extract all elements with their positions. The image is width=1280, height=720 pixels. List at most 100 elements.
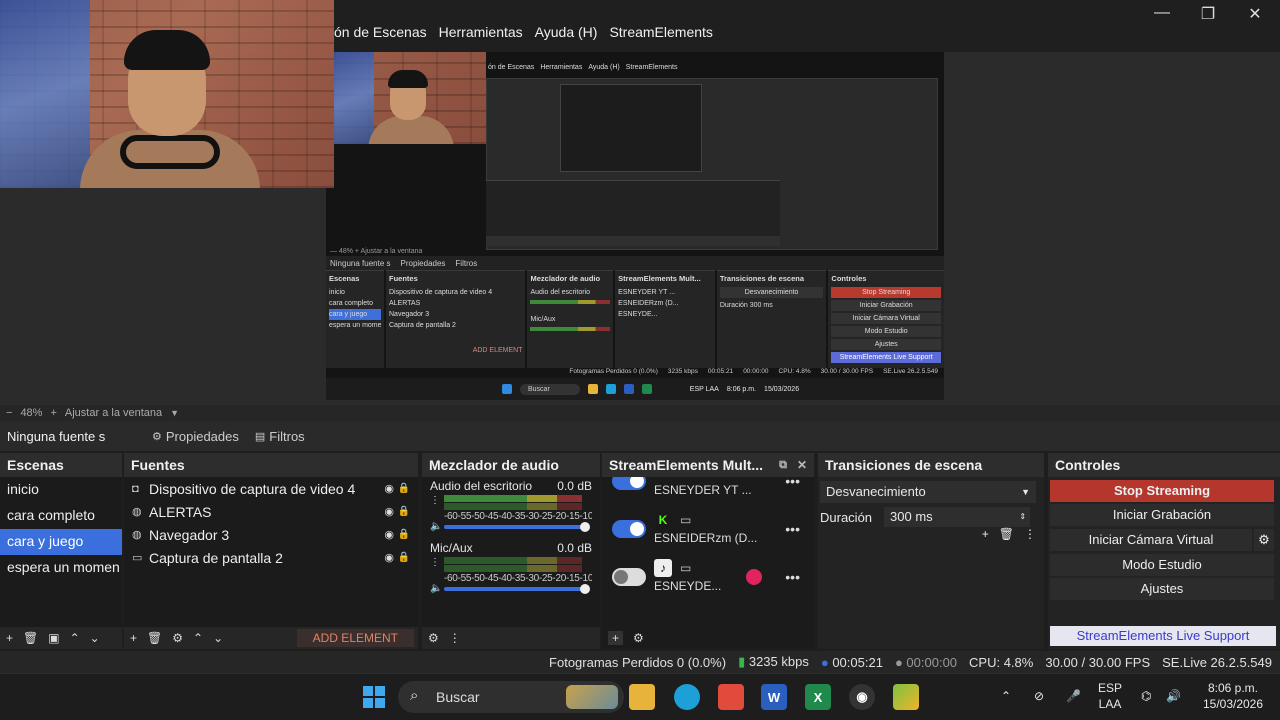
- move-down-icon[interactable]: ⌄: [213, 631, 223, 645]
- add-transition-icon[interactable]: +: [982, 527, 989, 541]
- fit-to-window-dropdown[interactable]: Ajustar a la ventana: [65, 407, 162, 419]
- source-item[interactable]: ◍ ALERTAS ◉ 🔒: [124, 500, 418, 523]
- warning-icon[interactable]: [746, 569, 762, 585]
- transition-select[interactable]: Desvanecimiento ▼: [820, 481, 1036, 503]
- minimize-button[interactable]: —: [1139, 4, 1185, 22]
- zoom-in-button[interactable]: +: [50, 407, 56, 419]
- stop-streaming-button[interactable]: Stop Streaming: [1050, 480, 1274, 502]
- source-settings-icon[interactable]: ⚙: [172, 631, 183, 645]
- menu-dots-icon[interactable]: ⋮: [430, 557, 440, 568]
- menu-dots-icon[interactable]: ⋮: [430, 495, 440, 506]
- stream-toggle[interactable]: [612, 520, 646, 538]
- zoom-out-button[interactable]: −: [6, 407, 12, 419]
- remove-source-icon[interactable]: 🗑: [147, 631, 162, 645]
- scenes-list: inicio cara completo cara y juego espera…: [0, 477, 122, 627]
- mini-lang: ESP LAA: [689, 385, 719, 393]
- close-button[interactable]: ✕: [1232, 4, 1278, 24]
- source-item[interactable]: ◍ Navegador 3 ◉ 🔒: [124, 523, 418, 546]
- scene-item-cara-completo[interactable]: cara completo: [0, 503, 122, 529]
- obs-window: { "menu": ["ón de Escenas", "Herramienta…: [0, 0, 1280, 720]
- move-up-icon[interactable]: ⌃: [193, 631, 203, 645]
- obs-icon[interactable]: ◉: [849, 684, 875, 710]
- add-scene-icon[interactable]: +: [6, 631, 13, 645]
- studio-mode-button[interactable]: Modo Estudio: [1050, 554, 1274, 576]
- volume-icon[interactable]: 🔊: [1166, 688, 1181, 704]
- advanced-audio-icon[interactable]: ⚙: [428, 631, 439, 645]
- sources-toolbar: + 🗑 ⚙ ⌃ ⌄ ADD ELEMENT: [124, 627, 418, 649]
- lock-icon[interactable]: 🔒: [398, 483, 410, 494]
- scene-item-inicio[interactable]: inicio: [0, 477, 122, 503]
- source-item[interactable]: ◘ Dispositivo de captura de video 4 ◉ 🔒: [124, 477, 418, 500]
- channel-name: Mic/Aux: [430, 541, 473, 555]
- add-element-button[interactable]: ADD ELEMENT: [296, 629, 414, 647]
- lock-icon[interactable]: 🔒: [398, 506, 410, 517]
- mini-excel-icon: [641, 384, 652, 394]
- word-icon[interactable]: W: [761, 684, 787, 710]
- add-source-icon[interactable]: +: [130, 631, 137, 645]
- menu-scene-collection[interactable]: ón de Escenas: [334, 24, 427, 40]
- speaker-icon[interactable]: 🔈: [430, 583, 442, 594]
- visibility-eye-icon[interactable]: ◉: [384, 482, 394, 495]
- more-options-icon[interactable]: •••: [785, 477, 800, 489]
- close-dock-icon[interactable]: ✕: [797, 458, 807, 472]
- mixer-menu-icon[interactable]: ⋮: [449, 631, 461, 645]
- maximize-button[interactable]: ❐: [1185, 4, 1231, 24]
- stream-toggle[interactable]: [612, 568, 646, 586]
- duration-row: Duración 300 ms ⇕: [818, 507, 1044, 527]
- menu-tools[interactable]: Herramientas: [439, 24, 523, 40]
- scene-item-cara-y-juego[interactable]: cara y juego: [0, 529, 122, 555]
- edge-icon[interactable]: [674, 684, 700, 710]
- menu-help[interactable]: Ayuda (H): [535, 24, 598, 40]
- network-off-icon[interactable]: ⊘: [1034, 688, 1044, 704]
- move-down-icon[interactable]: ⌄: [90, 631, 100, 645]
- excel-icon[interactable]: X: [805, 684, 831, 710]
- lock-icon[interactable]: 🔒: [398, 529, 410, 540]
- file-explorer-icon[interactable]: [629, 684, 655, 710]
- chevron-up-icon[interactable]: ⌃: [1001, 688, 1011, 704]
- more-options-icon[interactable]: •••: [785, 521, 800, 537]
- scene-item-espera[interactable]: espera un momen: [0, 555, 122, 581]
- remove-scene-icon[interactable]: 🗑: [23, 631, 38, 645]
- tiktok-icon: ♪: [654, 559, 672, 577]
- volume-slider[interactable]: [444, 584, 590, 594]
- start-recording-button[interactable]: Iniciar Grabación: [1050, 504, 1274, 526]
- store-icon[interactable]: [718, 684, 744, 710]
- scene-filter-icon[interactable]: ▣: [48, 631, 59, 645]
- source-item[interactable]: ▭ Captura de pantalla 2 ◉ 🔒: [124, 546, 418, 569]
- settings-button[interactable]: Ajustes: [1050, 578, 1274, 600]
- bluestacks-icon[interactable]: [893, 684, 919, 710]
- taskbar-search[interactable]: ⌕ Buscar: [398, 681, 624, 713]
- wifi-icon[interactable]: ⌬: [1141, 688, 1151, 704]
- clock[interactable]: 8:06 p.m. 15/03/2026: [1196, 680, 1270, 712]
- visibility-eye-icon[interactable]: ◉: [384, 551, 394, 564]
- transition-menu-icon[interactable]: ⋮: [1024, 527, 1036, 541]
- mini-transitions-dock: Transiciones de escena Desvanecimiento D…: [716, 270, 827, 368]
- duration-spinbox[interactable]: 300 ms ⇕: [884, 507, 1031, 527]
- undock-icon[interactable]: ⧉: [779, 459, 787, 472]
- channel-db: 0.0 dB: [557, 479, 592, 493]
- remove-transition-icon[interactable]: 🗑: [999, 527, 1014, 541]
- se-settings-icon[interactable]: ⚙: [633, 631, 644, 645]
- visibility-eye-icon[interactable]: ◉: [384, 528, 394, 541]
- visibility-eye-icon[interactable]: ◉: [384, 505, 394, 518]
- language-indicator[interactable]: ESP LAA: [1098, 680, 1122, 712]
- properties-button[interactable]: ⚙ Propiedades: [144, 429, 247, 444]
- virtual-camera-button[interactable]: Iniciar Cámara Virtual: [1050, 529, 1252, 551]
- volume-slider[interactable]: [444, 522, 590, 532]
- windows-start-icon[interactable]: [361, 684, 387, 710]
- stream-toggle[interactable]: [612, 477, 646, 490]
- source-label: Navegador 3: [149, 526, 230, 543]
- properties-label: Propiedades: [165, 428, 239, 444]
- gear-icon[interactable]: ⚙: [1254, 529, 1274, 551]
- microphone-icon[interactable]: 🎤: [1066, 688, 1081, 704]
- filters-button[interactable]: ▤ Filtros: [247, 429, 313, 444]
- scenes-title: Escenas: [0, 453, 122, 477]
- more-options-icon[interactable]: •••: [785, 569, 800, 585]
- menu-streamelements[interactable]: StreamElements: [609, 24, 712, 40]
- add-output-icon[interactable]: +: [608, 631, 624, 645]
- live-support-button[interactable]: StreamElements Live Support: [1050, 626, 1276, 646]
- lock-icon[interactable]: 🔒: [398, 552, 410, 563]
- speaker-icon[interactable]: 🔈: [430, 521, 442, 532]
- move-up-icon[interactable]: ⌃: [70, 631, 80, 645]
- chevron-down-icon[interactable]: ▼: [170, 408, 179, 418]
